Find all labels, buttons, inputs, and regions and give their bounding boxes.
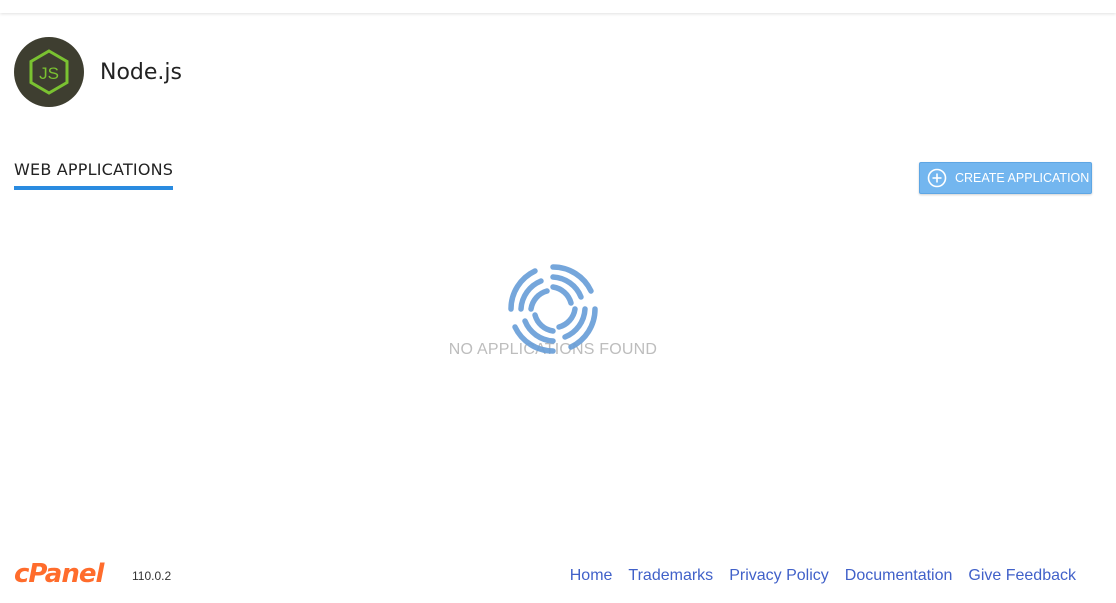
footer-links: Home Trademarks Privacy Policy Documenta…: [570, 567, 1076, 585]
page-title: Node.js: [100, 59, 182, 85]
top-bar: [0, 0, 1116, 13]
plus-circle-icon: [927, 168, 947, 188]
version-label: 110.0.2: [132, 569, 172, 583]
footer-link-give-feedback[interactable]: Give Feedback: [968, 567, 1076, 585]
logo-text: JS: [39, 64, 59, 83]
footer-link-documentation[interactable]: Documentation: [845, 567, 953, 585]
cpanel-logo[interactable]: cPanel: [14, 560, 104, 588]
footer-link-home[interactable]: Home: [570, 567, 613, 585]
page-footer: cPanel 110.0.2 Home Trademarks Privacy P…: [14, 560, 1102, 590]
footer-link-trademarks[interactable]: Trademarks: [628, 567, 713, 585]
page-header: JS Node.js: [14, 37, 182, 107]
spinner-icon: [508, 264, 598, 354]
tab-web-applications[interactable]: WEB APPLICATIONS: [14, 160, 174, 190]
create-application-label: CREATE APPLICATION: [955, 171, 1090, 185]
footer-link-privacy-policy[interactable]: Privacy Policy: [729, 567, 829, 585]
create-application-button[interactable]: CREATE APPLICATION: [919, 162, 1092, 194]
nodejs-logo-icon: JS: [14, 37, 84, 107]
